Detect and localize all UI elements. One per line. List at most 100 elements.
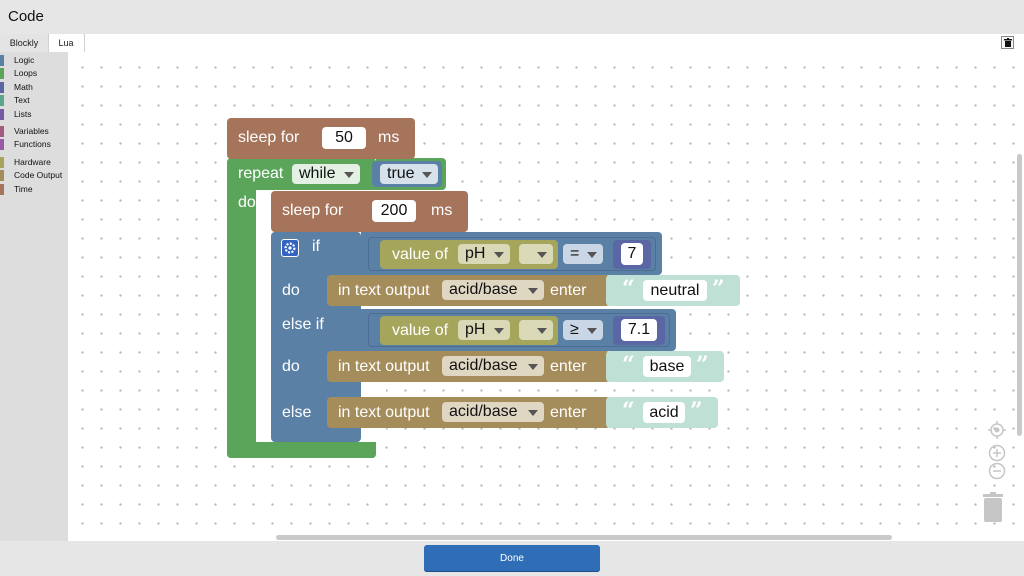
chevron-down-icon	[528, 364, 538, 370]
operator-dropdown[interactable]: ≥	[563, 320, 603, 340]
sensor-name: pH	[465, 321, 486, 338]
repeat-footer	[227, 442, 376, 458]
chevron-down-icon	[528, 288, 538, 294]
chevron-down-icon	[528, 410, 538, 416]
chevron-down-icon	[494, 328, 504, 334]
category-label: Math	[14, 81, 33, 92]
category-loops[interactable]: Loops	[0, 67, 68, 80]
repeat-mode-text: while	[299, 165, 336, 182]
operator-value: ≥	[570, 321, 579, 338]
chevron-down-icon	[494, 252, 504, 258]
output-target-dropdown[interactable]: acid/base	[442, 402, 544, 422]
category-color-bar	[0, 125, 4, 137]
repeat-label: repeat	[238, 165, 284, 182]
repeat-do-label: do	[238, 194, 256, 211]
category-label: Text	[14, 95, 30, 106]
category-color-bar	[0, 156, 4, 168]
chevron-down-icon	[422, 172, 432, 178]
category-functions[interactable]: Functions	[0, 138, 68, 151]
category-color-bar	[0, 95, 4, 107]
trashcan-icon[interactable]	[982, 492, 1004, 527]
sleep-unit: ms	[431, 202, 453, 219]
category-color-bar	[0, 81, 4, 93]
tab-blockly[interactable]: Blockly	[0, 34, 49, 52]
text-output-label: in text output	[338, 404, 430, 421]
elseif-label: else if	[282, 316, 324, 333]
category-math[interactable]: Math	[0, 81, 68, 94]
else-label: else	[282, 404, 312, 421]
category-text[interactable]: Text	[0, 94, 68, 107]
category-label: Logic	[14, 55, 35, 65]
number-input[interactable]: 7.1	[621, 319, 657, 341]
category-label: Lists	[14, 108, 32, 119]
text-output-label: in text output	[338, 358, 430, 375]
output-target-name: acid/base	[449, 403, 518, 420]
trash-icon	[1004, 38, 1012, 47]
category-hardware[interactable]: Hardware	[0, 156, 68, 169]
repeat-mode-dropdown[interactable]: while	[292, 164, 360, 184]
vertical-scrollbar[interactable]	[1017, 154, 1022, 436]
title-bar: Code	[0, 0, 1024, 34]
close-quote-icon: ”	[690, 398, 703, 424]
toolbox: Logic Loops Math Text Lists Variables Fu…	[0, 52, 68, 541]
horizontal-scrollbar[interactable]	[276, 535, 892, 540]
text-input[interactable]: base	[643, 356, 691, 377]
tab-lua[interactable]: Lua	[48, 34, 85, 52]
gear-icon[interactable]	[281, 239, 299, 257]
unit-dropdown[interactable]	[519, 320, 553, 340]
open-quote-icon: “	[622, 352, 635, 378]
chevron-down-icon	[537, 252, 547, 258]
category-label: Functions	[14, 139, 51, 150]
output-target-name: acid/base	[449, 357, 518, 374]
boolean-dropdown[interactable]: true	[380, 164, 438, 184]
category-time[interactable]: Time	[0, 183, 68, 196]
do-label: do	[282, 282, 300, 299]
text-input[interactable]: acid	[643, 402, 685, 423]
text-input[interactable]: neutral	[643, 280, 707, 301]
sleep-duration-input[interactable]: 50	[322, 127, 366, 149]
category-logic[interactable]: Logic	[0, 54, 68, 67]
chevron-down-icon	[587, 252, 597, 258]
category-color-bar	[0, 170, 4, 182]
category-color-bar	[0, 139, 4, 151]
enter-label: enter	[550, 282, 587, 299]
category-color-bar	[0, 55, 4, 66]
delete-button[interactable]	[1001, 36, 1014, 49]
operator-dropdown[interactable]: =	[563, 244, 603, 264]
category-label: Hardware	[14, 156, 51, 167]
open-quote-icon: “	[622, 398, 635, 424]
sensor-dropdown[interactable]: pH	[458, 320, 510, 340]
sleep-duration-input[interactable]: 200	[372, 200, 416, 222]
unit-dropdown[interactable]	[519, 244, 553, 264]
category-label: Variables	[14, 125, 49, 136]
text-output-label: in text output	[338, 282, 430, 299]
open-quote-icon: “	[622, 276, 635, 302]
output-target-name: acid/base	[449, 281, 518, 298]
sleep-label: sleep for	[282, 202, 344, 219]
enter-label: enter	[550, 358, 587, 375]
done-button[interactable]: Done	[424, 545, 600, 572]
recenter-icon[interactable]	[988, 421, 1006, 444]
output-target-dropdown[interactable]: acid/base	[442, 280, 544, 300]
category-lists[interactable]: Lists	[0, 108, 68, 121]
editor-tabs: Blockly Lua	[0, 34, 1024, 53]
enter-label: enter	[550, 404, 587, 421]
sensor-dropdown[interactable]: pH	[458, 244, 510, 264]
value-of-label: value of	[392, 246, 449, 263]
category-label: Time	[14, 183, 33, 194]
sleep-label: sleep for	[238, 129, 300, 146]
do-label: do	[282, 358, 300, 375]
category-color-bar	[0, 108, 4, 120]
output-target-dropdown[interactable]: acid/base	[442, 356, 544, 376]
number-input[interactable]: 7	[621, 243, 643, 265]
close-quote-icon: ”	[712, 276, 725, 302]
window-title: Code	[8, 8, 44, 25]
chevron-down-icon	[587, 328, 597, 334]
category-code-output[interactable]: Code Output	[0, 169, 68, 182]
close-quote-icon: ”	[696, 352, 709, 378]
if-label: if	[312, 238, 320, 255]
chevron-down-icon	[537, 328, 547, 334]
category-variables[interactable]: Variables	[0, 125, 68, 138]
zoom-out-icon[interactable]	[988, 462, 1006, 485]
operator-value: =	[570, 245, 580, 262]
